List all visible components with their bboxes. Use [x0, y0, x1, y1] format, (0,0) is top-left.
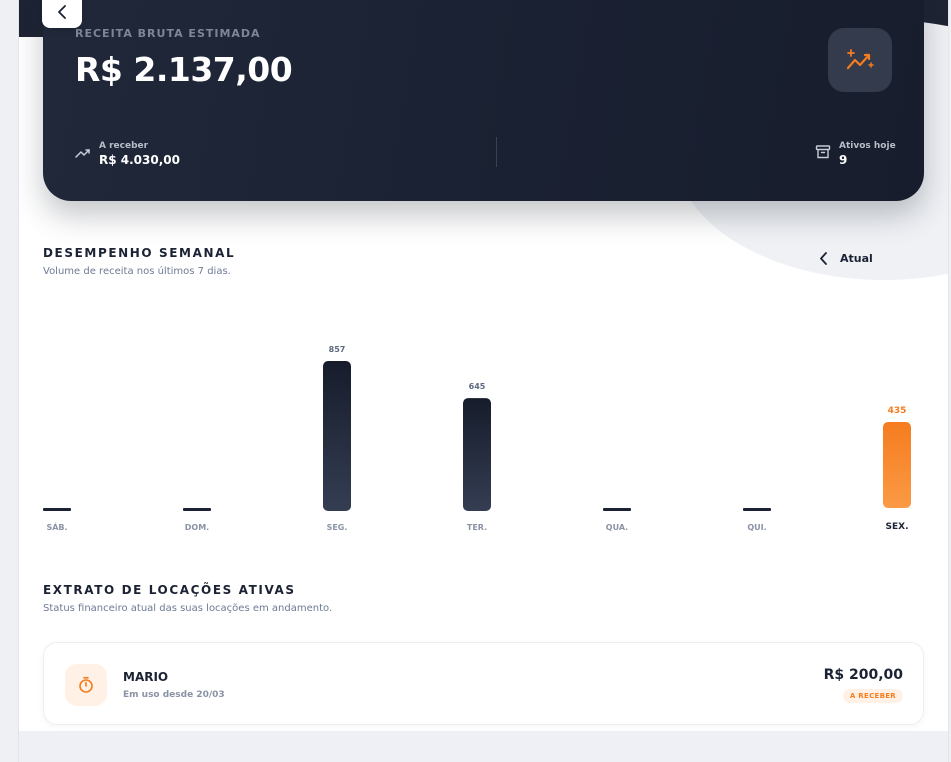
app-frame: RECEITA BRUTA ESTIMADA R$ 2.137,00 A rec…: [18, 0, 949, 762]
rental-client-name: MARIO: [123, 670, 169, 684]
rental-amount: R$ 200,00: [823, 667, 903, 683]
day-label-dom: DOM.: [185, 523, 209, 532]
weekly-title: DESEMPENHO SEMANAL: [43, 246, 236, 260]
bar-value-label: 857: [329, 345, 346, 354]
stat-value: 9: [839, 153, 848, 167]
bar-value-label: 435: [888, 406, 907, 416]
stat-value: R$ 4.030,00: [99, 153, 180, 167]
day-label-sb: SÁB.: [46, 521, 67, 532]
day-label-seg: SEG.: [327, 523, 348, 532]
day-label-ter: TER.: [467, 523, 487, 532]
period-label: Atual: [840, 252, 873, 265]
sparkle-trend-icon: [828, 28, 892, 92]
day-label-qua: QUA.: [606, 523, 628, 532]
day-label-sex: SEX.: [886, 522, 909, 532]
revenue-hero-card: RECEITA BRUTA ESTIMADA R$ 2.137,00 A rec…: [43, 0, 924, 201]
chevron-left-icon: [58, 5, 66, 19]
bar-qui[interactable]: [743, 508, 771, 511]
archive-icon: [815, 144, 831, 164]
bar-sb[interactable]: [43, 508, 71, 511]
bar-qua[interactable]: [603, 508, 631, 511]
revenue-value: R$ 2.137,00: [75, 50, 293, 89]
rentals-title: EXTRATO DE LOCAÇÕES ATIVAS: [43, 583, 296, 597]
trend-up-icon: [75, 145, 91, 164]
period-selector[interactable]: Atual: [819, 252, 873, 265]
bar-dom[interactable]: [183, 508, 211, 511]
stat-label: A receber: [99, 141, 149, 151]
status-badge: A RECEBER: [842, 689, 903, 703]
stat-active-today: Ativos hoje 9: [815, 141, 896, 167]
bar-ter[interactable]: [463, 398, 491, 511]
back-button[interactable]: [42, 0, 82, 28]
stopwatch-icon: [65, 664, 107, 706]
chevron-left-icon[interactable]: [819, 252, 828, 265]
rental-card[interactable]: MARIO Em uso desde 20/03 R$ 200,00 A REC…: [43, 642, 924, 725]
bar-sex[interactable]: [883, 422, 911, 508]
stat-label: Ativos hoje: [839, 141, 896, 151]
bottom-band: [19, 731, 948, 762]
revenue-label: RECEITA BRUTA ESTIMADA: [75, 27, 261, 40]
bar-seg[interactable]: [323, 361, 351, 511]
rentals-subtitle: Status financeiro atual das suas locaçõe…: [43, 603, 333, 614]
rental-since: Em uso desde 20/03: [123, 690, 225, 700]
weekly-bar-chart: SÁB. DOM. 857 SEG. 645 TER. QUA. QUI. 435 SEX.: [43, 345, 911, 532]
day-label-qui: QUI.: [747, 523, 766, 532]
weekly-subtitle: Volume de receita nos últimos 7 dias.: [43, 266, 231, 277]
bar-value-label: 645: [469, 382, 486, 391]
divider: [496, 137, 497, 167]
stat-receivable: A receber R$ 4.030,00: [75, 141, 180, 167]
